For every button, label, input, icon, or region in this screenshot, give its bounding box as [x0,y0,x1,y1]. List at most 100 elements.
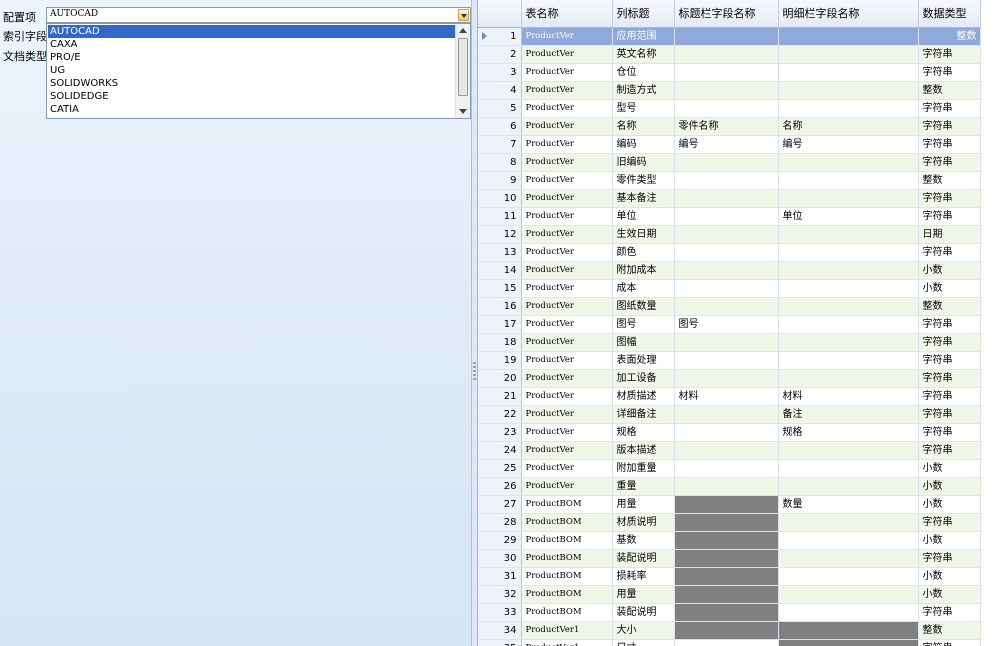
table-name-cell[interactable]: ProductVer [521,63,613,82]
table-row[interactable]: 26 ProductVer 重量 小数 [478,477,981,496]
row-number-cell[interactable]: 13 [478,243,522,262]
table-name-cell[interactable]: ProductVer [521,171,613,190]
scroll-up-icon[interactable] [459,28,467,33]
detail-field-cell[interactable] [778,81,919,100]
table-name-cell[interactable]: ProductVer [521,387,613,406]
dropdown-option-solidedge[interactable]: SOLIDEDGE [48,90,456,103]
scroll-thumb[interactable] [458,38,468,96]
data-type-cell[interactable]: 字符串 [918,441,981,460]
data-type-cell[interactable]: 字符串 [918,153,981,172]
table-row[interactable]: 2 ProductVer 英文名称 字符串 [478,45,981,64]
table-name-cell[interactable]: ProductVer [521,45,613,64]
detail-field-cell[interactable] [778,477,919,496]
table-row[interactable]: 32 ProductBOM 用量 小数 [478,585,981,604]
title-field-cell[interactable] [674,99,779,118]
data-type-cell[interactable]: 字符串 [918,405,981,424]
data-type-cell[interactable]: 字符串 [918,549,981,568]
detail-field-cell[interactable] [778,513,919,532]
column-title-cell[interactable]: 图纸数量 [612,297,675,316]
title-field-cell[interactable] [674,639,779,646]
dropdown-option-ug[interactable]: UG [48,64,456,77]
data-type-cell[interactable]: 字符串 [918,63,981,82]
table-name-cell[interactable]: ProductBOM [521,549,613,568]
row-number-cell[interactable]: 28 [478,513,522,532]
title-field-cell[interactable] [674,603,779,622]
table-name-cell[interactable]: ProductVer [521,243,613,262]
detail-field-cell[interactable]: 单位 [778,207,919,226]
table-name-cell[interactable]: ProductVer [521,135,613,154]
table-row[interactable]: 31 ProductBOM 损耗率 小数 [478,567,981,586]
column-title-cell[interactable]: 零件类型 [612,171,675,190]
table-row[interactable]: 9 ProductVer 零件类型 整数 [478,171,981,190]
row-number-cell[interactable]: 15 [478,279,522,298]
table-name-cell[interactable]: ProductVer [521,423,613,442]
row-number-cell[interactable]: 26 [478,477,522,496]
data-type-cell[interactable]: 小数 [918,531,981,550]
dropdown-option-autocad[interactable]: AUTOCAD [48,25,456,38]
row-number-cell[interactable]: 24 [478,441,522,460]
data-type-cell[interactable]: 字符串 [918,369,981,388]
detail-field-cell[interactable] [778,63,919,82]
table-row[interactable]: 30 ProductBOM 装配说明 字符串 [478,549,981,568]
col-header-table-name[interactable]: 表名称 [521,0,613,28]
column-title-cell[interactable]: 损耗率 [612,567,675,586]
title-field-cell[interactable] [674,225,779,244]
column-title-cell[interactable]: 仓位 [612,63,675,82]
table-row[interactable]: 35ProductVer1尺寸 字符串 [478,639,981,646]
title-field-cell[interactable]: 图号 [674,315,779,334]
column-title-cell[interactable]: 用量 [612,585,675,604]
data-type-cell[interactable]: 字符串 [918,207,981,226]
column-title-cell[interactable]: 编码 [612,135,675,154]
column-title-cell[interactable]: 表面处理 [612,351,675,370]
title-field-cell[interactable] [674,171,779,190]
table-row[interactable]: 17 ProductVer 图号 图号 字符串 [478,315,981,334]
data-type-cell[interactable]: 字符串 [918,423,981,442]
table-row[interactable]: 21 ProductVer 材质描述 材料 材料 字符串 [478,387,981,406]
data-type-cell[interactable]: 整数 [918,621,981,640]
title-field-cell[interactable] [674,567,779,586]
table-name-cell[interactable]: ProductVer [521,153,613,172]
detail-field-cell[interactable] [778,333,919,352]
column-title-cell[interactable]: 用量 [612,495,675,514]
chevron-down-icon[interactable] [458,9,469,21]
detail-field-cell[interactable] [778,99,919,118]
table-row[interactable]: 24 ProductVer 版本描述 字符串 [478,441,981,460]
table-name-cell[interactable]: ProductBOM [521,603,613,622]
detail-field-cell[interactable] [778,351,919,370]
column-title-cell[interactable]: 英文名称 [612,45,675,64]
data-type-cell[interactable]: 整数 [918,297,981,316]
table-row[interactable]: 18 ProductVer 图幅 字符串 [478,333,981,352]
table-row[interactable]: 3 ProductVer 仓位 字符串 [478,63,981,82]
row-number-cell[interactable]: 12 [478,225,522,244]
column-title-cell[interactable]: 材质说明 [612,513,675,532]
table-row[interactable]: 7 ProductVer 编码 编号 编号 字符串 [478,135,981,154]
col-header-title-field[interactable]: 标题栏字段名称 [674,0,779,28]
title-field-cell[interactable] [674,531,779,550]
detail-field-cell[interactable] [778,45,919,64]
title-field-cell[interactable] [674,477,779,496]
data-type-cell[interactable]: 小数 [918,495,981,514]
config-dropdown-list[interactable]: AUTOCAD CAXA PRO/E UG SOLIDWORKS SOLIDED… [46,23,471,119]
data-type-cell[interactable]: 小数 [918,261,981,280]
table-name-cell[interactable]: ProductVer [521,297,613,316]
row-number-cell[interactable]: 14 [478,261,522,280]
table-row[interactable]: 6 ProductVer 名称 零件名称 名称 字符串 [478,117,981,136]
dropdown-option-proe[interactable]: PRO/E [48,51,456,64]
table-row[interactable]: 5 ProductVer 型号 字符串 [478,99,981,118]
data-type-cell[interactable]: 字符串 [918,351,981,370]
title-field-cell[interactable] [674,405,779,424]
data-type-cell[interactable]: 字符串 [918,243,981,262]
detail-field-cell[interactable] [778,369,919,388]
detail-field-cell[interactable] [778,585,919,604]
row-number-cell[interactable]: 23 [478,423,522,442]
column-title-cell[interactable]: 生效日期 [612,225,675,244]
table-name-cell[interactable]: ProductVer1 [521,639,613,646]
table-name-cell[interactable]: ProductVer [521,81,613,100]
title-field-cell[interactable] [674,243,779,262]
column-title-cell[interactable]: 制造方式 [612,81,675,100]
title-field-cell[interactable]: 材料 [674,387,779,406]
table-name-cell[interactable]: ProductVer [521,315,613,334]
data-type-cell[interactable]: 小数 [918,567,981,586]
title-field-cell[interactable] [674,423,779,442]
row-number-cell[interactable]: 30 [478,549,522,568]
